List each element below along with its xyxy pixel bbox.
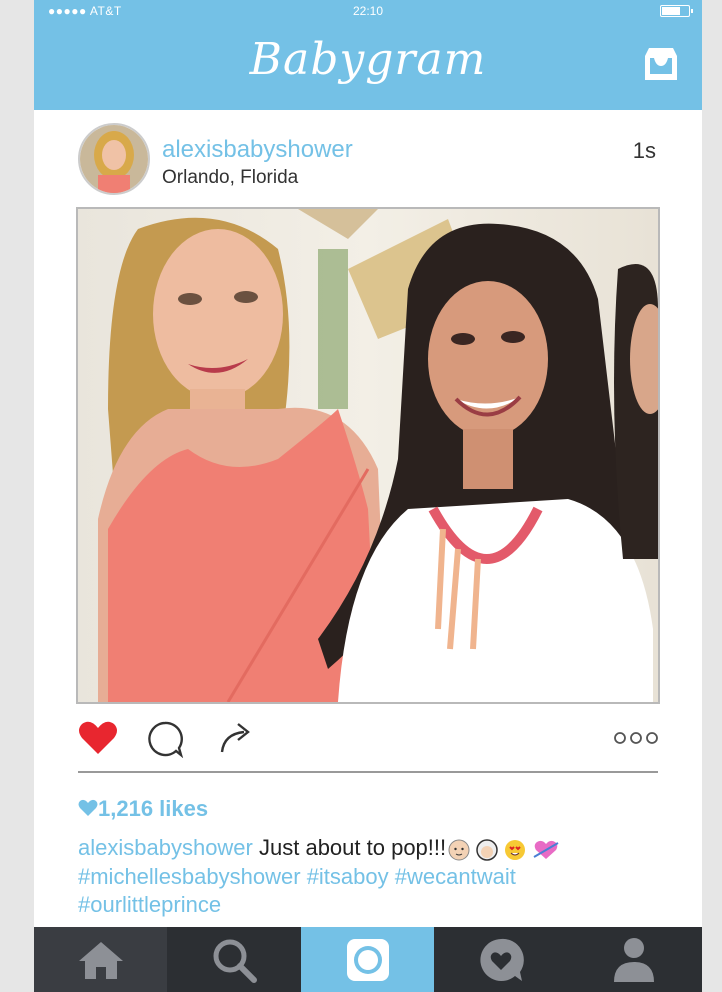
post-actions (34, 712, 702, 766)
avatar[interactable] (78, 123, 150, 195)
small-heart-icon (78, 799, 98, 816)
hashtag[interactable]: #ourlittleprince (78, 892, 221, 917)
activity-icon (479, 938, 524, 981)
app-title: Babygram (249, 34, 487, 85)
inbox-icon[interactable] (640, 46, 682, 84)
camera-icon (346, 938, 389, 981)
bottom-tab-bar (34, 927, 702, 992)
emoji-group (448, 835, 559, 863)
heart-eyes-emoji-icon (505, 840, 526, 861)
post-header: alexisbabyshower Orlando, Florida 1s (34, 112, 702, 208)
tab-home[interactable] (34, 927, 167, 992)
caption-text: Just about to pop!!! (259, 835, 447, 860)
baby-emoji-icon (448, 839, 470, 861)
status-bar: ●●●●● AT&T 22:10 (34, 0, 702, 24)
caption-username[interactable]: alexisbabyshower (78, 835, 253, 860)
post-time: 1s (632, 138, 656, 163)
post-username[interactable]: alexisbabyshower (162, 136, 353, 164)
battery-icon (660, 5, 693, 17)
tab-activity[interactable] (434, 927, 567, 992)
post-photo[interactable] (76, 207, 660, 704)
tab-search[interactable] (167, 927, 300, 992)
post-caption: alexisbabyshower Just about to pop!!! #m… (78, 834, 668, 919)
tab-camera[interactable] (301, 927, 434, 992)
divider (78, 771, 658, 773)
profile-icon (613, 937, 654, 982)
hashtag[interactable]: #itsaboy (307, 864, 389, 889)
share-icon[interactable] (218, 720, 254, 756)
hashtag[interactable]: #michellesbabyshower (78, 864, 301, 889)
bride-emoji-icon (476, 839, 499, 862)
home-icon (78, 941, 123, 979)
search-icon (213, 939, 257, 983)
hashtag[interactable]: #wecantwait (395, 864, 516, 889)
app-frame: ●●●●● AT&T 22:10 Babygram alexisbabyshow… (34, 0, 702, 992)
heart-icon[interactable] (78, 720, 118, 756)
post-location[interactable]: Orlando, Florida (162, 167, 298, 189)
status-time: 22:10 (352, 4, 384, 18)
more-icon[interactable] (612, 730, 660, 746)
comment-icon[interactable] (146, 720, 184, 758)
heart-arrow-emoji-icon (533, 841, 559, 860)
tab-profile[interactable] (567, 927, 700, 992)
likes-text: 1,216 likes (98, 796, 209, 821)
app-header: Babygram (34, 24, 702, 110)
like-count[interactable]: 1,216 likes (78, 796, 208, 822)
